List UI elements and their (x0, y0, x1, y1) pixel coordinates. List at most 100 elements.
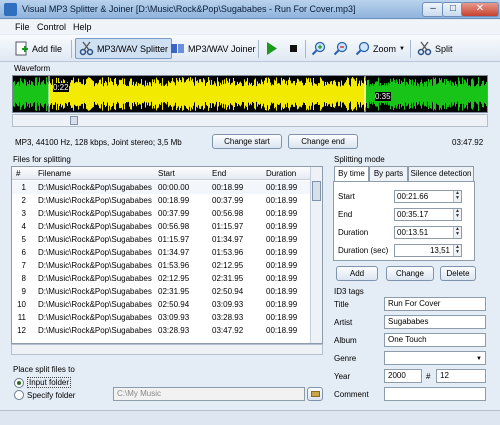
waveform-scrollbar[interactable] (12, 114, 488, 127)
table-row[interactable]: 7 D:\Music\Rock&Pop\Sugababes 01:53.96 02:1… (12, 259, 322, 272)
total-duration: 03:47.92 (452, 138, 484, 147)
table-row[interactable]: 8 D:\Music\Rock&Pop\Sugababes 02:12.95 02:3… (12, 272, 322, 285)
cell-start: 02:50.94 (158, 300, 190, 309)
stop-button[interactable] (283, 38, 304, 59)
cell-duration: 00:18.99 (266, 261, 298, 270)
duration-sec-field[interactable]: 13,51 ▲ ▼ (394, 244, 462, 257)
year-field[interactable]: 2000 (384, 369, 422, 383)
cell-filename: D:\Music\Rock&Pop\Sugababes (38, 183, 152, 192)
play-button[interactable] (261, 38, 282, 59)
tab-by-parts[interactable]: By parts (369, 166, 408, 181)
cell-end: 03:28.93 (212, 313, 244, 322)
table-row[interactable]: 4 D:\Music\Rock&Pop\Sugababes 00:56.98 01:1… (12, 220, 322, 233)
cell-duration: 00:18.99 (266, 183, 298, 192)
track-field[interactable]: 12 (436, 369, 486, 383)
splitter-button[interactable]: MP3/WAV Splitter (75, 38, 173, 59)
duration-sec-spin-arrows[interactable]: ▲ ▼ (453, 245, 461, 256)
table-row[interactable]: 6 D:\Music\Rock&Pop\Sugababes 01:34.97 01:5… (12, 246, 322, 259)
files-scroll-thumb[interactable] (312, 181, 321, 201)
cell-start: 02:12.95 (158, 274, 190, 283)
add-file-button[interactable]: Add file (11, 38, 65, 59)
zoom-out-button[interactable] (330, 38, 351, 59)
delete-button[interactable]: Delete (440, 266, 476, 281)
toolbar-separator (410, 40, 411, 58)
start-spin-arrows[interactable]: ▲ ▼ (453, 191, 461, 202)
cell-end: 02:50.94 (212, 287, 244, 296)
menu-help[interactable]: Help (73, 22, 92, 32)
menu-file[interactable]: File (15, 22, 30, 32)
table-row[interactable]: 10 D:\Music\Rock&Pop\Sugababes 02:50.94 03:… (12, 298, 322, 311)
album-field[interactable]: One Touch (384, 333, 486, 347)
specify-folder-option[interactable]: Specify folder (14, 390, 75, 400)
cell-end: 03:47.92 (212, 326, 244, 335)
file-info: MP3, 44100 Hz, 128 kbps, Joint stereo; 3… (15, 138, 182, 147)
duration-field[interactable]: 00:13.51 ▲ ▼ (394, 226, 462, 239)
cell-number: 8 (21, 274, 26, 283)
column-header-duration[interactable]: Duration (266, 169, 296, 178)
table-row[interactable]: 2 D:\Music\Rock&Pop\Sugababes 00:18.99 00:3… (12, 194, 322, 207)
split-button[interactable]: Split (414, 38, 456, 59)
waveform-display[interactable]: 0:22 0:35 (12, 75, 488, 113)
cell-start: 01:34.97 (158, 248, 190, 257)
cell-start: 00:37.99 (158, 209, 190, 218)
id3-tags-label: ID3 tags (334, 287, 364, 296)
specify-folder-radio[interactable] (14, 390, 24, 400)
minimize-button[interactable]: – (422, 2, 444, 17)
browse-folder-button[interactable] (307, 387, 323, 401)
menu-control[interactable]: Control (37, 22, 66, 32)
change-start-button[interactable]: Change start (212, 134, 282, 149)
folder-path-field[interactable]: C:\My Music (113, 387, 305, 401)
table-row[interactable]: 12 D:\Music\Rock&Pop\Sugababes 03:28.93 03:… (12, 324, 322, 337)
column-header-start[interactable]: Start (158, 169, 175, 178)
comment-field[interactable] (384, 387, 486, 401)
cell-start: 03:28.93 (158, 326, 190, 335)
duration-value: 00:13.51 (397, 228, 429, 237)
table-row[interactable]: 9 D:\Music\Rock&Pop\Sugababes 02:31.95 02:5… (12, 285, 322, 298)
change-end-button[interactable]: Change end (288, 134, 358, 149)
tab-silence-detection[interactable]: Silence detection (408, 166, 474, 181)
column-header-filename[interactable]: Filename (38, 169, 71, 178)
end-value: 00:35.17 (397, 210, 429, 219)
end-label: End (338, 210, 353, 219)
waveform-graph[interactable] (13, 76, 487, 112)
duration-spin-arrows[interactable]: ▲ ▼ (453, 227, 461, 238)
table-row[interactable]: 1 D:\Music\Rock&Pop\Sugababes 00:00.00 00:1… (12, 181, 322, 194)
table-row[interactable]: 3 D:\Music\Rock&Pop\Sugababes 00:37.99 00:5… (12, 207, 322, 220)
files-horizontal-scrollbar[interactable] (11, 344, 323, 355)
input-folder-option[interactable]: Input folder (14, 377, 72, 388)
start-field[interactable]: 00:21.66 ▲ ▼ (394, 190, 462, 203)
cell-start: 00:56.98 (158, 222, 190, 231)
duration-sec-label: Duration (sec) (338, 246, 389, 255)
start-marker-label: 0:22 (53, 83, 69, 92)
genre-select[interactable]: ▼ (384, 351, 486, 365)
close-button[interactable]: ✕ (461, 2, 499, 17)
table-row[interactable]: 5 D:\Music\Rock&Pop\Sugababes 01:15.97 01:3… (12, 233, 322, 246)
end-field[interactable]: 00:35.17 ▲ ▼ (394, 208, 462, 221)
end-spin-arrows[interactable]: ▲ ▼ (453, 209, 461, 220)
cell-number: 1 (21, 183, 26, 192)
dropdown-arrow-icon: ▼ (399, 45, 405, 52)
cell-number: 9 (21, 287, 26, 296)
input-folder-radio[interactable] (14, 377, 24, 388)
waveform-scroll-thumb[interactable] (70, 116, 78, 125)
column-header-end[interactable]: End (212, 169, 226, 178)
column-header-number[interactable]: # (16, 169, 20, 178)
files-table[interactable]: # Filename Start End Duration 1 D:\Music\… (11, 166, 323, 344)
add-button[interactable]: Add (336, 266, 378, 281)
artist-field[interactable]: Sugababes (384, 315, 486, 329)
table-row[interactable]: 11 D:\Music\Rock&Pop\Sugababes 03:09.93 03:… (12, 311, 322, 324)
chevron-down-icon[interactable]: ▼ (476, 353, 482, 364)
zoom-button[interactable]: Zoom ▼ (352, 38, 408, 59)
files-vertical-scrollbar[interactable] (310, 167, 322, 343)
joiner-button[interactable]: MP3/WAV Joiner (167, 38, 259, 59)
cell-filename: D:\Music\Rock&Pop\Sugababes (38, 326, 152, 335)
status-bar (0, 410, 500, 425)
zoom-in-button[interactable] (308, 38, 329, 59)
files-label: Files for splitting (13, 155, 71, 164)
change-button[interactable]: Change (386, 266, 434, 281)
end-marker-label: 0:35 (375, 92, 391, 101)
tab-by-time[interactable]: By time (334, 166, 369, 182)
cell-end: 00:56.98 (212, 209, 244, 218)
cell-duration: 00:18.99 (266, 274, 298, 283)
title-field[interactable]: Run For Cover (384, 297, 486, 311)
